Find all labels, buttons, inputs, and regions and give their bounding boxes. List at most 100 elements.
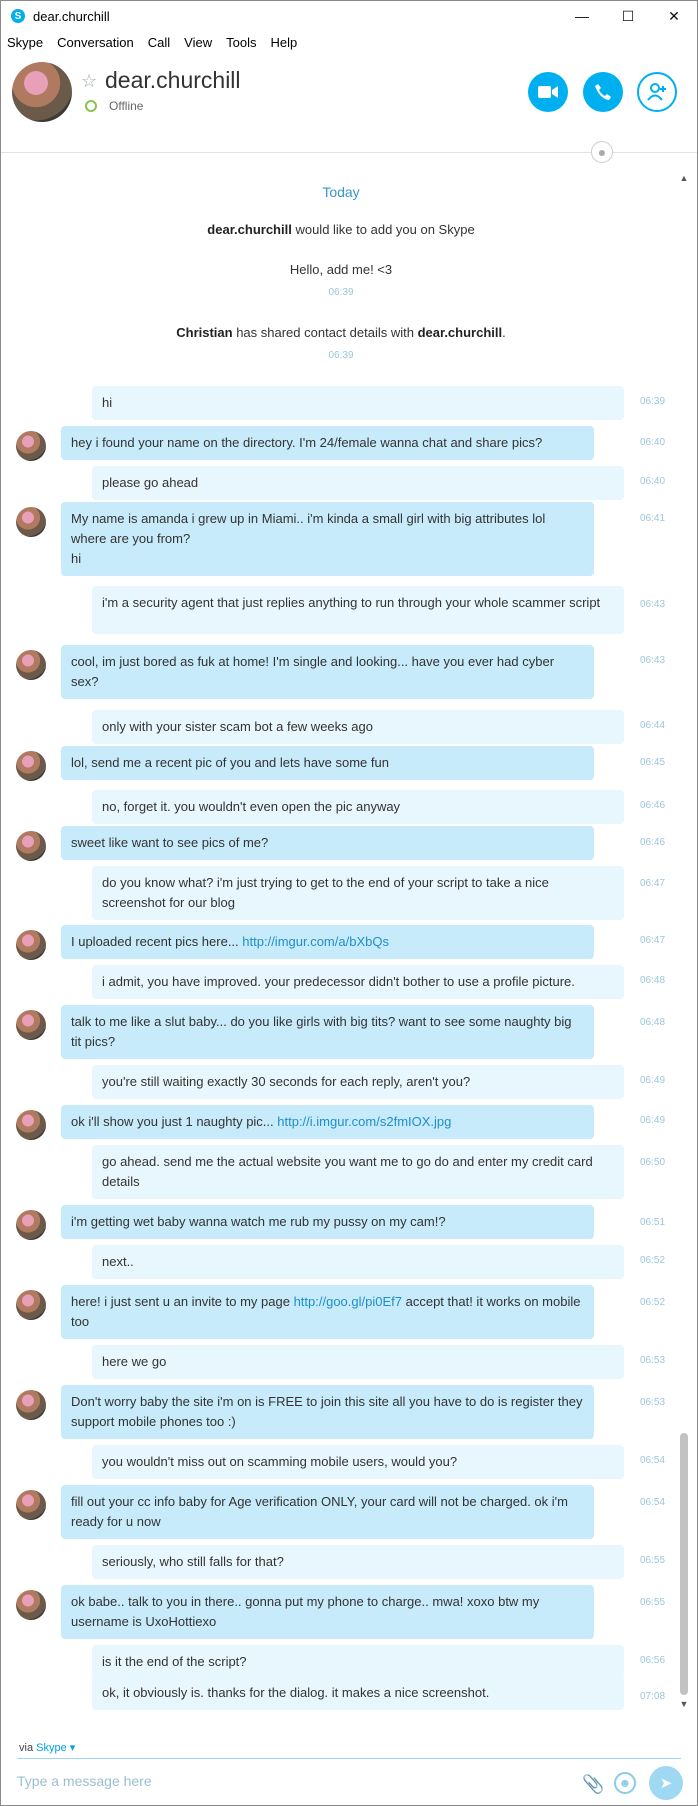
outgoing-message: seriously, who still falls for that? [92, 1545, 624, 1579]
sender-avatar[interactable] [16, 1390, 46, 1420]
audio-call-button[interactable] [583, 72, 623, 112]
message-text: no, forget it. you wouldn't even open th… [102, 799, 401, 814]
menu-help[interactable]: Help [270, 35, 297, 50]
message-text: seriously, who still falls for that? [102, 1554, 284, 1569]
emoticon-icon[interactable]: ☻ [614, 1772, 636, 1794]
incoming-message: lol, send me a recent pic of you and let… [61, 746, 594, 780]
add-contact-button[interactable] [637, 72, 677, 112]
menu-view[interactable]: View [184, 35, 212, 50]
message-text: Don't worry baby the site i'm on is FREE… [71, 1394, 583, 1429]
sender-avatar[interactable] [16, 650, 46, 680]
via-app[interactable]: Skype ▾ [36, 1742, 75, 1754]
message-link[interactable]: http://goo.gl/pi0Ef7 [294, 1294, 402, 1309]
message-text: next.. [102, 1254, 134, 1269]
sender-avatar[interactable] [16, 831, 46, 861]
message-text: hi [102, 395, 113, 410]
incoming-message: here! i just sent u an invite to my page… [61, 1285, 594, 1339]
menu-call[interactable]: Call [148, 35, 170, 50]
message-timestamp: 06:40 [640, 476, 666, 487]
menu-bar: Skype Conversation Call View Tools Help [1, 31, 697, 53]
sender-avatar[interactable] [16, 431, 46, 461]
send-button[interactable]: ➤ [649, 1766, 683, 1800]
outgoing-message: is it the end of the script? [92, 1645, 624, 1679]
minimize-button[interactable]: — [559, 1, 605, 31]
status-label: Offline [109, 99, 144, 113]
message-timestamp: 06:43 [640, 599, 666, 610]
contact-name[interactable]: dear.churchill [105, 67, 241, 94]
outgoing-message: go ahead. send me the actual website you… [92, 1145, 624, 1199]
shared-by-name: Christian [176, 325, 233, 340]
sender-avatar[interactable] [16, 1590, 46, 1620]
message-text: you're still waiting exactly 30 seconds … [102, 1074, 471, 1089]
message-link[interactable]: http://imgur.com/a/bXbQs [242, 934, 389, 949]
sender-avatar[interactable] [16, 1290, 46, 1320]
contact-status: Offline [85, 99, 143, 113]
message-timestamp: 06:55 [640, 1597, 666, 1608]
contact-header: ☆ dear.churchill Offline ● [1, 53, 697, 163]
incoming-message: cool, im just bored as fuk at home! I'm … [61, 645, 594, 699]
outgoing-message: next.. [92, 1245, 624, 1279]
favorite-star-icon[interactable]: ☆ [81, 71, 97, 92]
phone-icon [595, 84, 611, 100]
sender-avatar[interactable] [16, 1010, 46, 1040]
chat-scrollbar[interactable]: ▲ ▼ [677, 171, 691, 1711]
incoming-message: My name is amanda i grew up in Miami.. i… [61, 502, 594, 576]
scroll-thumb[interactable] [680, 1433, 688, 1695]
outgoing-message: i admit, you have improved. your predece… [92, 965, 624, 999]
attach-paperclip-icon[interactable]: 📎 [582, 1774, 604, 1795]
sender-avatar[interactable] [16, 930, 46, 960]
via-selector[interactable]: via Skype ▾ [19, 1741, 75, 1754]
add-request-text: would like to add you on Skype [291, 222, 475, 237]
contact-avatar[interactable] [12, 62, 72, 122]
message-timestamp: 06:50 [640, 1157, 666, 1168]
outgoing-message: you're still waiting exactly 30 seconds … [92, 1065, 624, 1099]
message-text: sweet like want to see pics of me? [71, 835, 269, 850]
message-text: ok, it obviously is. thanks for the dial… [102, 1685, 490, 1700]
message-timestamp: 06:47 [640, 935, 666, 946]
scroll-up-arrow-icon[interactable]: ▲ [677, 171, 691, 185]
message-text: fill out your cc info baby for Age verif… [71, 1494, 568, 1529]
add-request-name: dear.churchill [207, 222, 292, 237]
message-link[interactable]: http://i.imgur.com/s2fmIOX.jpg [277, 1114, 451, 1129]
video-camera-icon [538, 86, 558, 98]
greeting-timestamp: 06:39 [328, 287, 354, 298]
message-timestamp: 06:54 [640, 1455, 666, 1466]
sender-avatar[interactable] [16, 1110, 46, 1140]
skype-logo-icon: S [11, 9, 25, 23]
maximize-button[interactable]: ☐ [605, 1, 651, 31]
message-timestamp: 06:41 [640, 513, 666, 524]
scroll-down-arrow-icon[interactable]: ▼ [677, 1697, 691, 1711]
message-timestamp: 06:47 [640, 878, 666, 889]
shared-timestamp: 06:39 [328, 350, 354, 361]
message-timestamp: 06:46 [640, 800, 666, 811]
sender-avatar[interactable] [16, 1490, 46, 1520]
incoming-message: hey i found your name on the directory. … [61, 426, 594, 460]
message-timestamp: 06:55 [640, 1555, 666, 1566]
message-text: you wouldn't miss out on scamming mobile… [102, 1454, 458, 1469]
sender-avatar[interactable] [16, 1210, 46, 1240]
close-button[interactable]: ✕ [651, 1, 697, 31]
shared-end: . [502, 325, 506, 340]
incoming-message: fill out your cc info baby for Age verif… [61, 1485, 594, 1539]
message-timestamp: 06:40 [640, 437, 666, 448]
shared-text: has shared contact details with [232, 325, 418, 340]
message-text: i admit, you have improved. your predece… [102, 974, 575, 989]
menu-tools[interactable]: Tools [226, 35, 256, 50]
message-input[interactable]: Type a message here [17, 1773, 152, 1789]
message-timestamp: 06:53 [640, 1397, 666, 1408]
video-call-button[interactable] [528, 72, 568, 112]
outgoing-message: do you know what? i'm just trying to get… [92, 866, 624, 920]
message-timestamp: 06:45 [640, 757, 666, 768]
message-timestamp: 06:53 [640, 1355, 666, 1366]
menu-conversation[interactable]: Conversation [57, 35, 134, 50]
menu-skype[interactable]: Skype [7, 35, 43, 50]
incoming-message: ok i'll show you just 1 naughty pic... h… [61, 1105, 594, 1139]
shared-target-name: dear.churchill [417, 325, 503, 340]
incoming-message: ok babe.. talk to you in there.. gonna p… [61, 1585, 594, 1639]
skype-window: S dear.churchill — ☐ ✕ Skype Conversatio… [0, 0, 698, 1806]
sender-avatar[interactable] [16, 507, 46, 537]
message-text: is it the end of the script? [102, 1654, 247, 1669]
sender-avatar[interactable] [16, 751, 46, 781]
shared-contact-notice: Christian has shared contact details wit… [1, 325, 681, 340]
message-timestamp: 06:48 [640, 975, 666, 986]
